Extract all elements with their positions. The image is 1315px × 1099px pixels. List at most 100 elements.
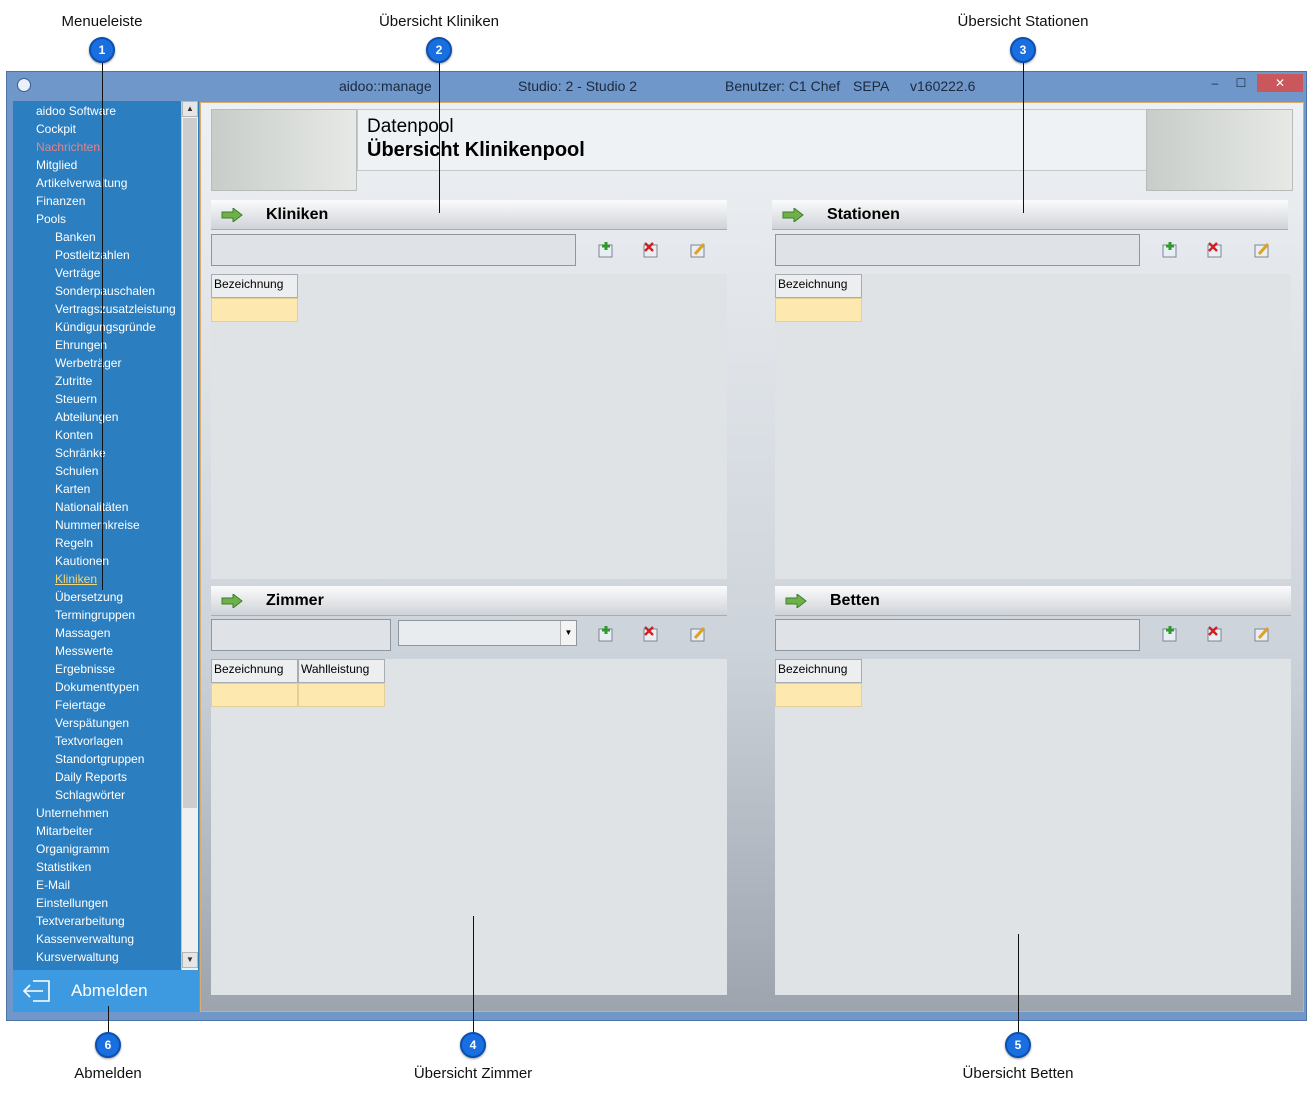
sidebar-item-cockpit[interactable]: Cockpit xyxy=(36,122,76,136)
sidebar-item-kautionen[interactable]: Kautionen xyxy=(55,554,109,568)
callout-badge-2: 2 xyxy=(426,37,452,63)
sidebar-item-ergebnisse[interactable]: Ergebnisse xyxy=(55,662,115,676)
sidebar-item-standortgruppen[interactable]: Standortgruppen xyxy=(55,752,144,766)
sidebar-item-nummernkreise[interactable]: Nummernkreise xyxy=(55,518,140,532)
zimmer-column-bezeichnung[interactable]: Bezeichnung xyxy=(211,659,298,683)
kliniken-search-input[interactable] xyxy=(211,234,576,266)
zimmer-search-input[interactable] xyxy=(211,619,391,651)
minimize-button[interactable]: – xyxy=(1205,74,1225,92)
sidebar-item-karten[interactable]: Karten xyxy=(55,482,90,496)
sidebar-item-schulen[interactable]: Schulen xyxy=(55,464,98,478)
stationen-delete-button[interactable] xyxy=(1206,241,1224,259)
stationen-title: Stationen xyxy=(827,206,900,223)
zimmer-column-wahlleistung[interactable]: Wahlleistung xyxy=(298,659,385,683)
sidebar-item-artikelverwaltung[interactable]: Artikelverwaltung xyxy=(36,176,127,190)
kliniken-edit-button[interactable] xyxy=(689,241,707,259)
delete-icon xyxy=(643,242,658,258)
sidebar-item-statistiken[interactable]: Statistiken xyxy=(36,860,91,874)
logout-button[interactable]: Abmelden xyxy=(13,970,199,1012)
sidebar-item-postleitzahlen[interactable]: Postleitzahlen xyxy=(55,248,130,262)
betten-new-row-cell[interactable] xyxy=(775,683,862,707)
sidebar-item-termingruppen[interactable]: Termingruppen xyxy=(55,608,135,622)
betten-grid: Bezeichnung xyxy=(775,659,1291,995)
sidebar-item-verspätungen[interactable]: Verspätungen xyxy=(55,716,129,730)
sidebar-item-abteilungen[interactable]: Abteilungen xyxy=(55,410,118,424)
sidebar-item-schränke[interactable]: Schränke xyxy=(55,446,106,460)
sidebar-item-regeln[interactable]: Regeln xyxy=(55,536,93,550)
callout-line-3 xyxy=(1023,50,1024,213)
sidebar-item-vertragszusatzleistung[interactable]: Vertragszusatzleistung xyxy=(55,302,176,316)
sidebar-item-steuern[interactable]: Steuern xyxy=(55,392,97,406)
zimmer-delete-button[interactable] xyxy=(642,625,660,643)
betten-search-input[interactable] xyxy=(775,619,1140,651)
sidebar-item-pools[interactable]: Pools xyxy=(36,212,66,226)
sidebar-item-textverarbeitung[interactable]: Textverarbeitung xyxy=(36,914,125,928)
sidebar-item-sonderpauschalen[interactable]: Sonderpauschalen xyxy=(55,284,155,298)
callout-label-kliniken: Übersicht Kliniken xyxy=(378,13,500,30)
stationen-search-input[interactable] xyxy=(775,234,1140,266)
zimmer-new-row-cell[interactable] xyxy=(298,683,385,707)
sidebar-item-unternehmen[interactable]: Unternehmen xyxy=(36,806,109,820)
betten-delete-button[interactable] xyxy=(1206,625,1224,643)
sidebar-item-daily-reports[interactable]: Daily Reports xyxy=(55,770,127,784)
sidebar-scrollbar[interactable]: ▲ ▼ xyxy=(181,101,198,970)
delete-icon xyxy=(1207,242,1222,258)
close-button[interactable]: ✕ xyxy=(1257,74,1303,92)
sidebar-item-aidoo-software[interactable]: aidoo Software xyxy=(36,104,116,118)
sidebar-item-konten[interactable]: Konten xyxy=(55,428,93,442)
kliniken-new-row-cell[interactable] xyxy=(211,298,298,322)
callout-label-abmelden: Abmelden xyxy=(74,1065,142,1082)
version-label: v160222.6 xyxy=(910,78,976,94)
page-title: Übersicht Klinikenpool xyxy=(367,139,585,161)
sidebar-item-nachrichten[interactable]: Nachrichten xyxy=(36,140,100,154)
sidebar-item-nationalitäten[interactable]: Nationalitäten xyxy=(55,500,128,514)
sidebar-item-banken[interactable]: Banken xyxy=(55,230,96,244)
sidebar-item-mitglied[interactable]: Mitglied xyxy=(36,158,77,172)
betten-add-button[interactable] xyxy=(1161,625,1179,643)
sidebar-item-übersetzung[interactable]: Übersetzung xyxy=(55,590,123,604)
stationen-new-row-cell[interactable] xyxy=(775,298,862,322)
sidebar-item-textvorlagen[interactable]: Textvorlagen xyxy=(55,734,123,748)
kliniken-delete-button[interactable] xyxy=(642,241,660,259)
maximize-button[interactable]: ☐ xyxy=(1231,74,1251,92)
sidebar-item-feiertage[interactable]: Feiertage xyxy=(55,698,106,712)
sidebar-item-messwerte[interactable]: Messwerte xyxy=(55,644,113,658)
sidebar-item-werbeträger[interactable]: Werbeträger xyxy=(55,356,121,370)
sidebar-item-kassenverwaltung[interactable]: Kassenverwaltung xyxy=(36,932,134,946)
scroll-thumb[interactable] xyxy=(183,118,197,808)
sidebar-item-einstellungen[interactable]: Einstellungen xyxy=(36,896,108,910)
arrow-right-icon xyxy=(221,594,243,608)
sidebar-item-finanzen[interactable]: Finanzen xyxy=(36,194,85,208)
sidebar-item-organigramm[interactable]: Organigramm xyxy=(36,842,109,856)
stationen-add-button[interactable] xyxy=(1161,241,1179,259)
sidebar-item-dokumenttypen[interactable]: Dokumenttypen xyxy=(55,680,139,694)
zimmer-filter-select[interactable]: ▼ xyxy=(398,620,577,646)
sidebar-item-kursverwaltung[interactable]: Kursverwaltung xyxy=(36,950,119,964)
betten-column-bezeichnung[interactable]: Bezeichnung xyxy=(775,659,862,683)
sidebar-item-ehrungen[interactable]: Ehrungen xyxy=(55,338,107,352)
sidebar-item-massagen[interactable]: Massagen xyxy=(55,626,110,640)
sidebar-item-e-mail[interactable]: E-Mail xyxy=(36,878,70,892)
sidebar-item-kliniken[interactable]: Kliniken xyxy=(55,572,97,586)
kliniken-column-bezeichnung[interactable]: Bezeichnung xyxy=(211,274,298,298)
scroll-up-button[interactable]: ▲ xyxy=(182,101,198,117)
add-icon xyxy=(1162,626,1177,642)
kliniken-add-button[interactable] xyxy=(597,241,615,259)
sidebar-item-kündigungsgründe[interactable]: Kündigungsgründe xyxy=(55,320,156,334)
callout-line-4 xyxy=(473,916,474,1046)
studio-info: Studio: 2 - Studio 2 xyxy=(518,78,638,94)
scroll-down-button[interactable]: ▼ xyxy=(182,952,198,968)
sidebar-item-zutritte[interactable]: Zutritte xyxy=(55,374,92,388)
stationen-column-bezeichnung[interactable]: Bezeichnung xyxy=(775,274,862,298)
sidebar-item-verträge[interactable]: Verträge xyxy=(55,266,100,280)
stationen-edit-button[interactable] xyxy=(1253,241,1271,259)
betten-edit-button[interactable] xyxy=(1253,625,1271,643)
main-content: Datenpool Übersicht Klinikenpool Klinike… xyxy=(200,102,1304,1012)
zimmer-edit-button[interactable] xyxy=(689,625,707,643)
zimmer-add-button[interactable] xyxy=(597,625,615,643)
betten-title: Betten xyxy=(830,592,880,609)
sidebar-item-mitarbeiter[interactable]: Mitarbeiter xyxy=(36,824,93,838)
stationen-grid: Bezeichnung xyxy=(775,274,1291,579)
zimmer-new-row-cell[interactable] xyxy=(211,683,298,707)
sidebar-item-schlagwörter[interactable]: Schlagwörter xyxy=(55,788,125,802)
